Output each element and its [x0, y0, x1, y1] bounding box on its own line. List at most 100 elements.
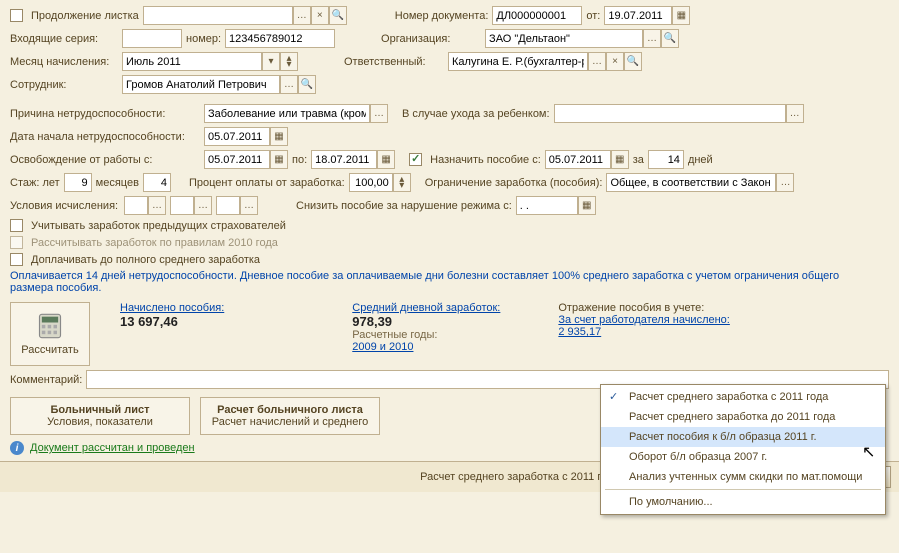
reason-input[interactable]	[204, 104, 370, 123]
conditions-label: Условия исчисления:	[10, 200, 120, 212]
dots-icon[interactable]: …	[776, 173, 794, 192]
exp-months-label: месяцев	[96, 177, 139, 189]
menu-item-default[interactable]: По умолчанию...	[601, 492, 885, 512]
org-input[interactable]	[485, 29, 643, 48]
employee-input[interactable]	[122, 75, 280, 94]
accrued-value: 13 697,46	[120, 314, 224, 329]
num-label: номер:	[186, 33, 221, 45]
search-icon[interactable]: 🔍	[329, 6, 347, 25]
assign-input[interactable]	[545, 150, 611, 169]
cond1-input[interactable]	[124, 196, 148, 215]
percent-input[interactable]	[349, 173, 393, 192]
pay-full-label: Доплачивать до полного среднего заработк…	[31, 254, 260, 266]
dots-icon[interactable]: …	[786, 104, 804, 123]
reason-label: Причина нетрудоспособности:	[10, 108, 200, 120]
series-input[interactable]	[122, 29, 182, 48]
limit-input[interactable]	[606, 173, 776, 192]
month-label: Месяц начисления:	[10, 56, 118, 68]
exp-years-input[interactable]	[64, 173, 92, 192]
start-input[interactable]	[204, 127, 270, 146]
docnum-label: Номер документа:	[395, 10, 489, 22]
accrued-label[interactable]: Начислено пособия:	[120, 302, 224, 314]
violation-label: Снизить пособие за нарушение режима с:	[296, 200, 512, 212]
search-icon[interactable]: 🔍	[661, 29, 679, 48]
calendar-icon[interactable]: ▦	[611, 150, 629, 169]
child-input[interactable]	[554, 104, 786, 123]
years-value[interactable]: 2009 и 2010	[352, 341, 500, 353]
tab1-title: Больничный лист	[21, 404, 179, 416]
month-input[interactable]	[122, 52, 262, 71]
tab-sicklist[interactable]: Больничный лист Условия, показатели	[10, 397, 190, 435]
status-text[interactable]: Документ рассчитан и проведен	[30, 442, 195, 454]
rules2010-label: Рассчитывать заработок по правилам 2010 …	[31, 237, 278, 249]
tab2-title: Расчет больничного листа	[211, 404, 369, 416]
employee-label: Сотрудник:	[10, 79, 118, 91]
dots-icon[interactable]: …	[240, 196, 258, 215]
resp-input[interactable]	[448, 52, 588, 71]
calendar-icon[interactable]: ▦	[270, 150, 288, 169]
release-to-input[interactable]	[311, 150, 377, 169]
rules2010-checkbox	[10, 236, 23, 249]
limit-label: Ограничение заработка (пособия):	[425, 177, 603, 189]
cond3-input[interactable]	[216, 196, 240, 215]
spinner-icon[interactable]: ▴▾	[280, 52, 298, 71]
continuation-input[interactable]	[143, 6, 293, 25]
dots-icon[interactable]: …	[293, 6, 311, 25]
release-from-label: Освобождение от работы с:	[10, 154, 200, 166]
dots-icon[interactable]: …	[148, 196, 166, 215]
clear-icon[interactable]: ×	[606, 52, 624, 71]
release-from-input[interactable]	[204, 150, 270, 169]
employer-value[interactable]: 2 935,17	[558, 326, 729, 338]
menu-item-avg-2011[interactable]: ✓Расчет среднего заработка с 2011 года	[601, 387, 885, 407]
search-icon[interactable]: 🔍	[298, 75, 316, 94]
docnum-input[interactable]	[492, 6, 582, 25]
assign-label: Назначить пособие с:	[430, 154, 541, 166]
docdate-input[interactable]	[604, 6, 672, 25]
continuation-checkbox[interactable]	[10, 9, 23, 22]
clear-icon[interactable]: ×	[311, 6, 329, 25]
calendar-icon[interactable]: ▦	[578, 196, 596, 215]
menu-item-analysis[interactable]: Анализ учтенных сумм скидки по мат.помощ…	[601, 467, 885, 487]
assign-checkbox[interactable]	[409, 153, 422, 166]
employer-label[interactable]: За счет работодателя начислено:	[558, 314, 729, 326]
continuation-label: Продолжение листка	[31, 10, 139, 22]
num-input[interactable]	[225, 29, 335, 48]
calculate-button[interactable]: Рассчитать	[10, 302, 90, 366]
payment-note: Оплачивается 14 дней нетрудоспособности.…	[10, 270, 880, 294]
dots-icon[interactable]: …	[588, 52, 606, 71]
avg-value: 978,39	[352, 314, 500, 329]
dots-icon[interactable]: …	[370, 104, 388, 123]
exp-months-input[interactable]	[143, 173, 171, 192]
dots-icon[interactable]: …	[280, 75, 298, 94]
avg-label[interactable]: Средний дневной заработок:	[352, 302, 500, 314]
menu-item-benefit-2011[interactable]: Расчет пособия к б/л образца 2011 г.	[601, 427, 885, 447]
search-icon[interactable]: 🔍	[624, 52, 642, 71]
org-label: Организация:	[381, 33, 481, 45]
start-label: Дата начала нетрудоспособности:	[10, 131, 200, 143]
dots-icon[interactable]: …	[643, 29, 661, 48]
years-label: Расчетные годы:	[352, 329, 500, 341]
pay-full-checkbox[interactable]	[10, 253, 23, 266]
cond2-input[interactable]	[170, 196, 194, 215]
prev-employers-label: Учитывать заработок предыдущих страховат…	[31, 220, 286, 232]
resp-label: Ответственный:	[344, 56, 444, 68]
comment-label: Комментарий:	[10, 374, 82, 386]
down-icon[interactable]: ▾	[262, 52, 280, 71]
tab-calculation[interactable]: Расчет больничного листа Расчет начислен…	[200, 397, 380, 435]
account-label: Отражение пособия в учете:	[558, 302, 729, 314]
calendar-icon[interactable]: ▦	[377, 150, 395, 169]
dots-icon[interactable]: …	[194, 196, 212, 215]
violation-input[interactable]	[516, 196, 578, 215]
calculator-icon	[36, 312, 64, 340]
calendar-icon[interactable]: ▦	[270, 127, 288, 146]
calc-button-label: Рассчитать	[21, 344, 78, 356]
menu-item-turnover-2007[interactable]: Оборот б/л образца 2007 г.	[601, 447, 885, 467]
release-to-label: по:	[292, 154, 307, 166]
prev-employers-checkbox[interactable]	[10, 219, 23, 232]
child-label: В случае ухода за ребенком:	[402, 108, 550, 120]
calendar-icon[interactable]: ▦	[672, 6, 690, 25]
days-input[interactable]	[648, 150, 684, 169]
bottom-info: Расчет среднего заработка с 2011 года	[420, 471, 619, 483]
menu-item-avg-pre2011[interactable]: Расчет среднего заработка до 2011 года	[601, 407, 885, 427]
spinner-icon[interactable]: ▴▾	[393, 173, 411, 192]
